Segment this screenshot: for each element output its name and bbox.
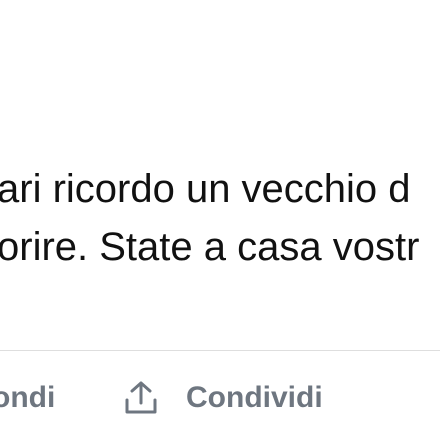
share-button-label: Condividi [186, 381, 323, 414]
post-text-line-2: orire. State a casa vostr [0, 225, 420, 269]
post-text-line-1: ari ricordo un vecchio d [0, 167, 411, 211]
share-icon [121, 378, 161, 418]
blue-link-fragment[interactable]: i [0, 74, 1, 114]
divider [0, 350, 440, 351]
tweet-screen: i ari ricordo un vecchio d orire. State … [0, 0, 440, 440]
share-button[interactable]: Condividi [121, 378, 323, 418]
reply-button[interactable]: ondi [0, 378, 55, 418]
reply-button-label: ondi [0, 381, 56, 414]
post-text: ari ricordo un vecchio d orire. State a … [0, 160, 419, 276]
